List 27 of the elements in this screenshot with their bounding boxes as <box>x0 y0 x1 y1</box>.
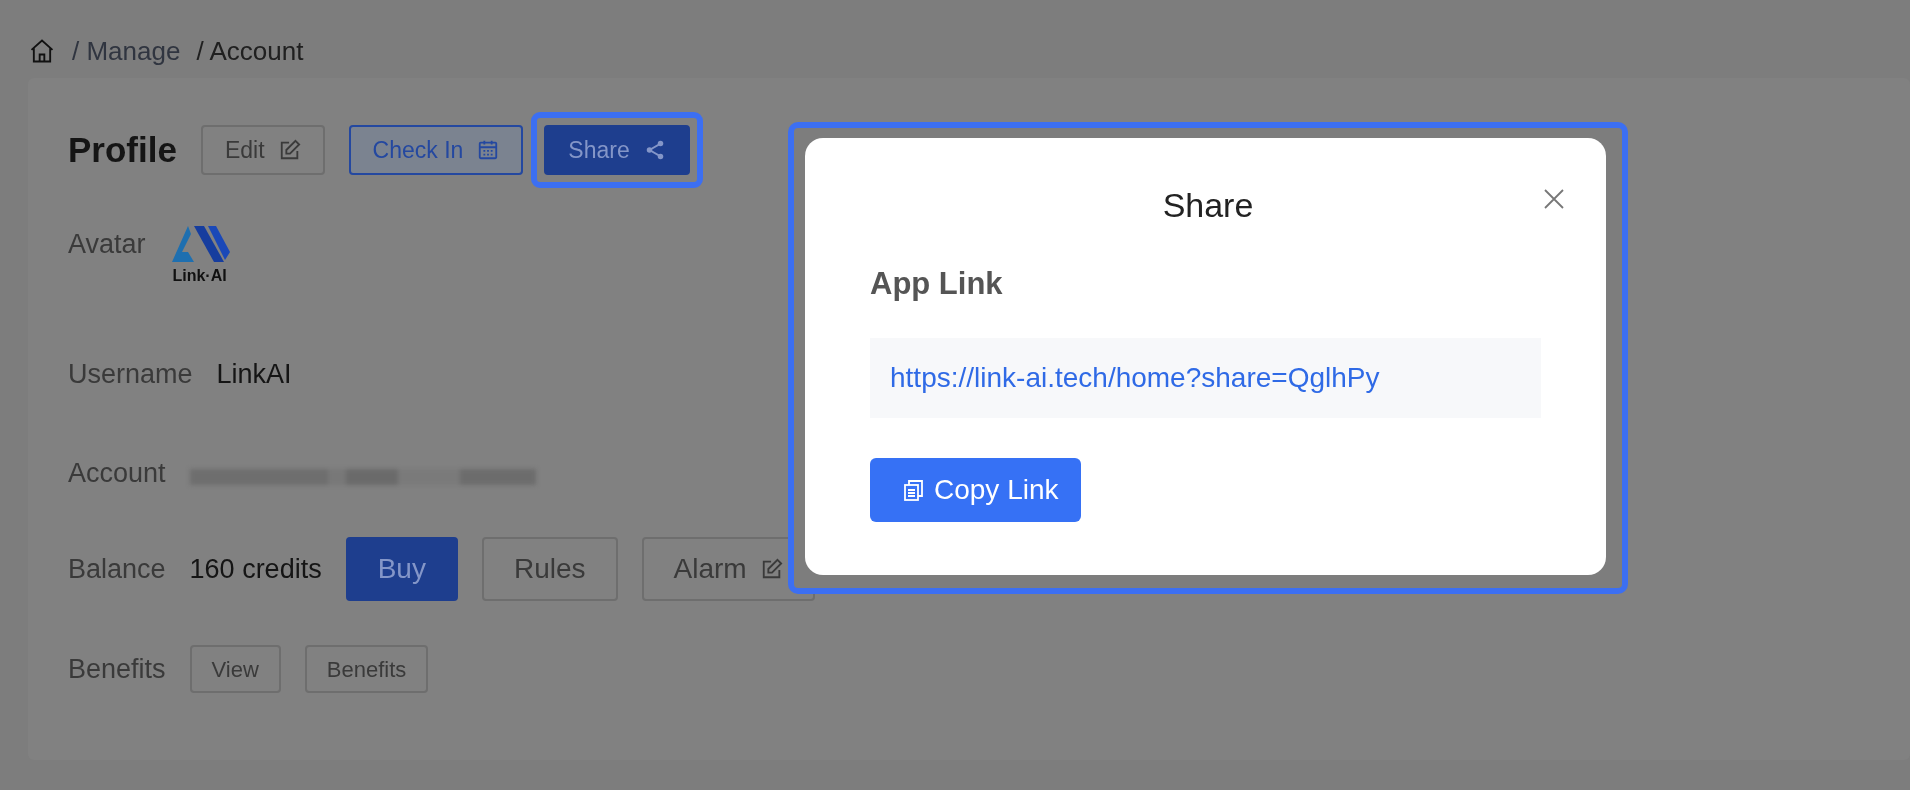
field-label: Balance <box>68 552 166 586</box>
field-value: LinkAI <box>216 358 292 391</box>
page-title: Profile <box>68 129 177 171</box>
modal-title: Share <box>1161 185 1255 226</box>
action-button[interactable]: Edit <box>200 125 325 175</box>
section-title: App Link <box>870 265 1004 303</box>
action-button[interactable]: Share <box>544 125 690 175</box>
link-field[interactable]: https://link-ai.tech/home?share=QglhPy <box>870 337 1541 418</box>
logo: Link·AI <box>169 224 230 284</box>
action-button[interactable]: Check In <box>348 125 524 175</box>
edit-icon <box>278 139 301 161</box>
field-value: 160 credits <box>189 552 322 586</box>
breadcrumb-link[interactable]: / Manage <box>72 31 181 71</box>
outline-button[interactable]: Benefits <box>304 645 429 693</box>
calendar-icon <box>477 139 500 161</box>
copy-icon <box>902 477 926 502</box>
field-label: Avatar <box>68 228 146 261</box>
edit-icon <box>760 558 783 580</box>
outline-button[interactable]: Rules <box>481 537 618 601</box>
buy-button[interactable]: Buy <box>345 537 458 601</box>
home-icon[interactable] <box>28 37 56 65</box>
close-button[interactable] <box>1542 186 1566 211</box>
field-label: Username <box>68 358 193 391</box>
outline-button[interactable]: View <box>189 645 281 693</box>
field-label: Account <box>68 456 166 490</box>
field-label: Benefits <box>68 652 166 686</box>
copy-button[interactable]: Copy Link <box>870 457 1081 522</box>
